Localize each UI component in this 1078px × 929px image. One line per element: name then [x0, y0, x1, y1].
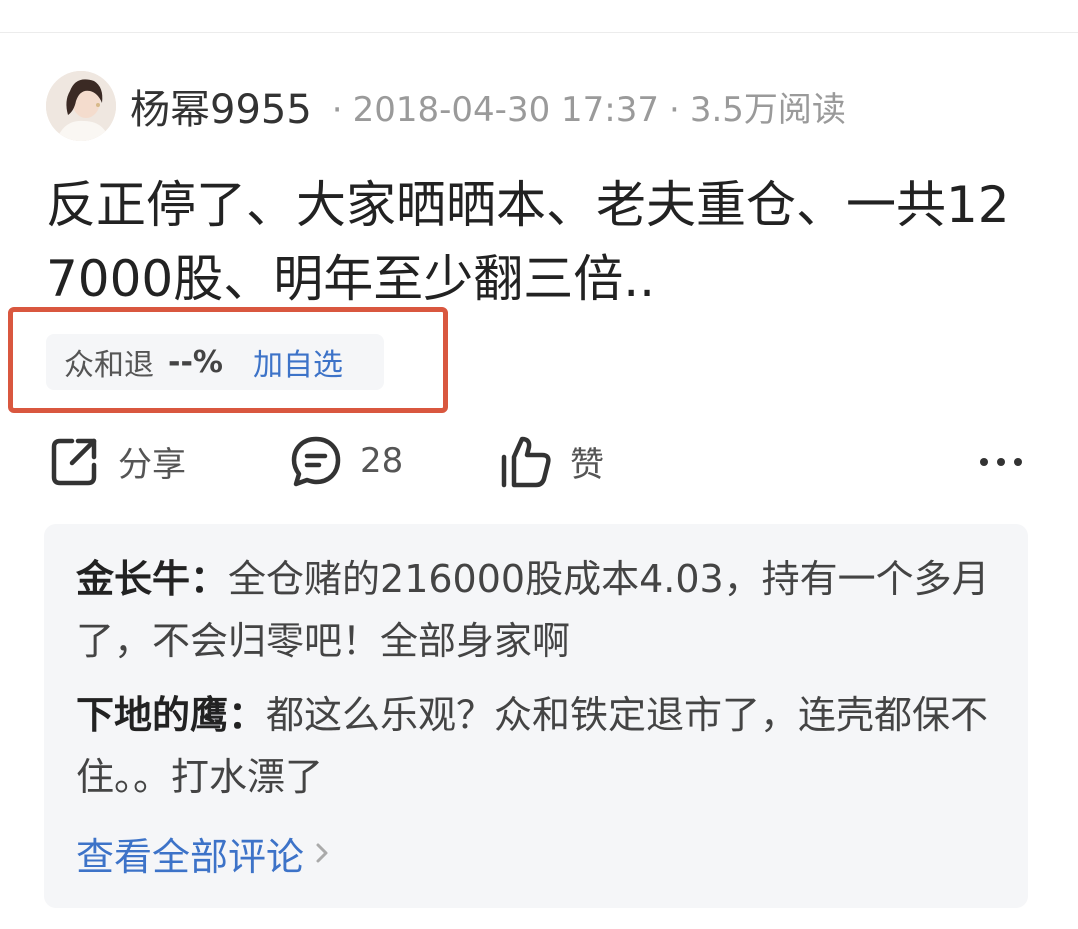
author-name[interactable]: 杨幂9955	[130, 77, 312, 135]
post-meta: · 2018-04-30 17:37 · 3.5万阅读	[322, 82, 846, 131]
chevron-right-icon	[314, 832, 330, 876]
like-label: 赞	[570, 444, 604, 485]
comments-panel: 金长牛：全仓赌的216000股成本4.03，持有一个多月了，不会归零吧！全部身家…	[44, 524, 1028, 908]
stock-name: 众和退	[64, 348, 154, 383]
action-bar: 分享 28 赞	[46, 430, 1026, 492]
read-count: 3.5万阅读	[689, 89, 846, 130]
post-date: 2018-04-30 17:37	[352, 89, 659, 130]
post-header: 杨幂9955 · 2018-04-30 17:37 · 3.5万阅读	[46, 68, 846, 144]
comment-user[interactable]: 下地的鹰：	[76, 693, 266, 737]
comment-count: 28	[360, 441, 404, 481]
comment-button[interactable]: 28	[288, 430, 403, 492]
meta-separator: ·	[669, 89, 680, 130]
view-all-comments-link[interactable]: 查看全部评论	[76, 826, 998, 881]
view-all-comments-label: 查看全部评论	[76, 835, 305, 879]
comment-item[interactable]: 下地的鹰：都这么乐观？众和铁定退市了，连壳都保不住。。打水漂了	[76, 684, 998, 808]
stock-change: --%	[168, 344, 223, 380]
top-divider	[0, 32, 1078, 33]
comment-user[interactable]: 金长牛：	[76, 557, 228, 601]
avatar[interactable]	[46, 71, 116, 141]
add-to-watchlist-button[interactable]: 加自选	[253, 340, 343, 384]
share-button[interactable]: 分享	[46, 430, 186, 492]
share-icon	[46, 433, 102, 489]
more-icon	[979, 452, 1023, 471]
comment-icon	[288, 433, 344, 489]
comment-item[interactable]: 金长牛：全仓赌的216000股成本4.03，持有一个多月了，不会归零吧！全部身家…	[76, 548, 998, 672]
post-title[interactable]: 反正停了、大家晒晒本、老夫重仓、一共127000股、明年至少翻三倍..	[46, 168, 1036, 316]
like-icon	[498, 433, 554, 489]
meta-separator: ·	[331, 89, 343, 130]
stock-tag[interactable]: 众和退 --% 加自选	[46, 334, 384, 390]
like-button[interactable]: 赞	[498, 430, 604, 492]
more-options-button[interactable]	[976, 436, 1026, 486]
share-label: 分享	[118, 444, 186, 485]
